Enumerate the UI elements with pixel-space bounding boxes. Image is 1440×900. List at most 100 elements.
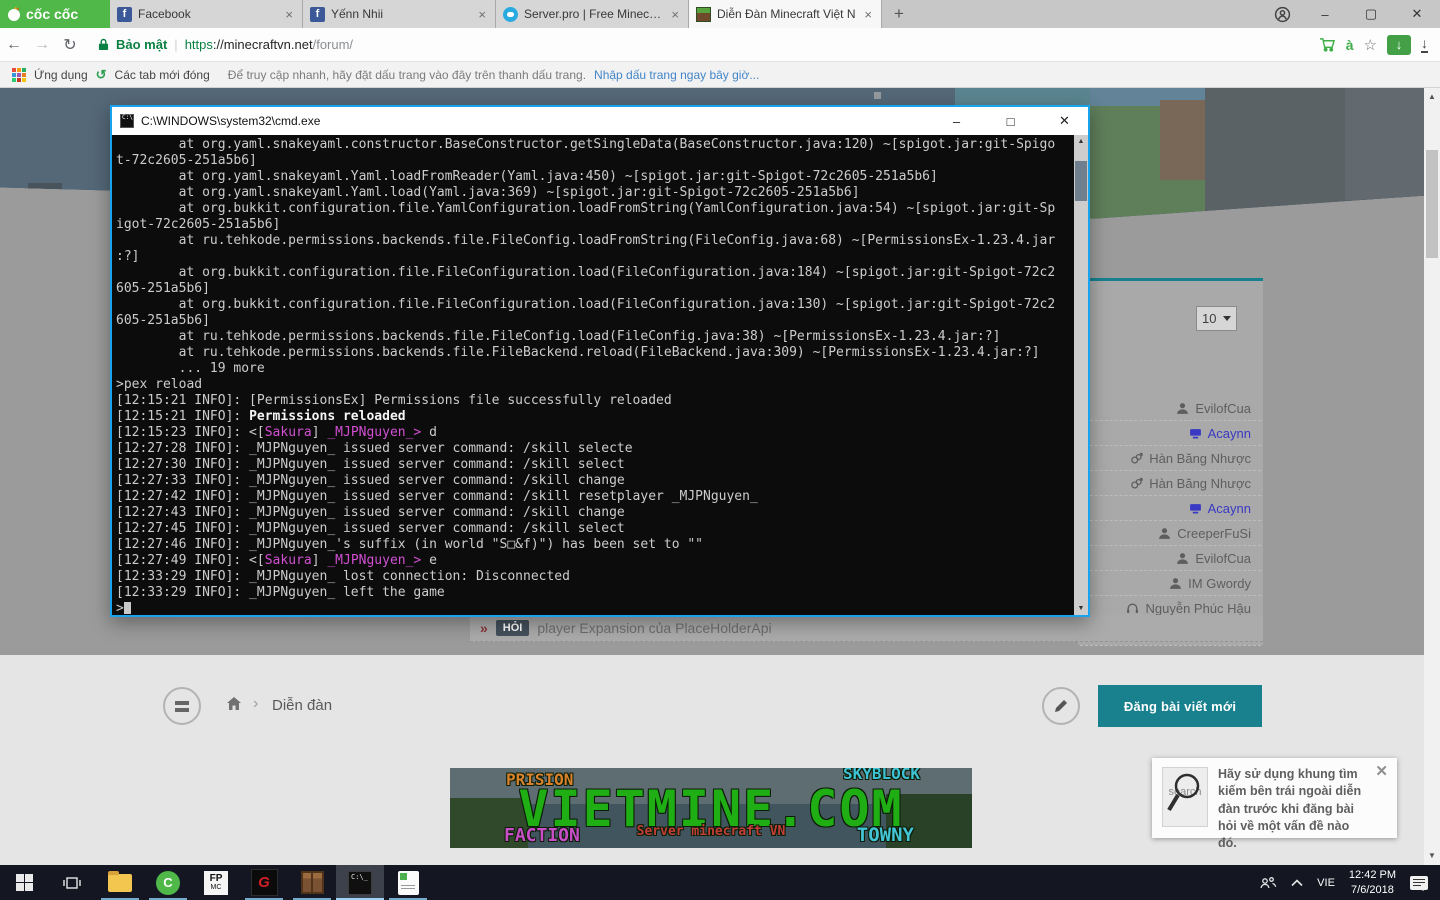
minimize-icon[interactable]: – <box>1302 0 1348 28</box>
system-tray: VIE 12:42 PM 7/6/2018 <box>1259 865 1440 900</box>
cmd-line: [12:27:46 INFO]: _MJPNguyen_'s suffix (i… <box>116 537 1074 553</box>
chevron-up-icon[interactable] <box>1291 879 1303 887</box>
cmd-line: 605-251a5b6] <box>116 281 1074 297</box>
tab-inactive[interactable]: fFacebook× <box>110 0 303 28</box>
username-link[interactable]: Hàn Băng Nhược <box>1149 476 1251 491</box>
people-tray-icon[interactable] <box>1259 876 1277 890</box>
user-row[interactable]: Acaynn <box>1080 496 1261 521</box>
username-link[interactable]: Hàn Băng Nhược <box>1149 451 1251 466</box>
user-row[interactable]: Hàn Băng Nhược <box>1080 446 1261 471</box>
page-scrollbar[interactable]: ▲ ▼ <box>1424 88 1440 865</box>
profile-icon[interactable] <box>1262 0 1302 28</box>
search-illustration: search <box>1162 767 1208 827</box>
user-row[interactable]: EvilofCua <box>1080 546 1261 571</box>
user-row[interactable]: EvilofCua <box>1080 396 1261 421</box>
cmd-title-bar[interactable]: C:\ C:\WINDOWS\system32\cmd.exe – □ ✕ <box>112 107 1088 135</box>
username-link[interactable]: Acaynn <box>1208 501 1251 516</box>
cmd-scrollbar-thumb[interactable] <box>1075 161 1087 201</box>
cmd-line: [12:15:23 INFO]: <[Sakura] _MJPNguyen_> … <box>116 425 1074 441</box>
username-link[interactable]: EvilofCua <box>1195 401 1251 416</box>
new-tab-button[interactable]: + <box>882 0 916 28</box>
tab-close-icon[interactable]: × <box>283 7 295 22</box>
breadcrumb[interactable]: Diễn đàn <box>272 697 332 714</box>
cmd-scroll-down-icon[interactable]: ▼ <box>1074 605 1088 612</box>
tab-close-icon[interactable]: × <box>669 7 681 22</box>
cmd-line: at org.yaml.snakeyaml.Yaml.loadFromReade… <box>116 169 1074 185</box>
facebook-icon: f <box>310 7 325 22</box>
divider <box>166 622 466 623</box>
per-page-select[interactable]: 10 <box>1196 306 1237 331</box>
garena-button[interactable]: G <box>240 865 288 900</box>
cmd-close-icon[interactable]: ✕ <box>1041 107 1088 135</box>
notepadpp-button[interactable] <box>384 865 432 900</box>
home-icon[interactable] <box>226 696 242 716</box>
vietmine-banner-ad[interactable]: PRISION SKYBLOCK VIETMINE.COM Server min… <box>450 768 972 848</box>
notepad-icon <box>398 871 419 895</box>
dictionary-icon[interactable]: à <box>1346 37 1354 53</box>
apps-label[interactable]: Ứng dụng <box>34 68 88 82</box>
tab-active[interactable]: Diễn Đàn Minecraft Việt N × <box>689 0 882 28</box>
import-bookmarks-link[interactable]: Nhập dấu trang ngay bây giờ... <box>594 68 759 82</box>
closed-tabs-icon[interactable]: ↺ <box>96 67 107 83</box>
username-link[interactable]: Acaynn <box>1208 426 1251 441</box>
tab-label: Diễn Đàn Minecraft Việt N <box>717 7 856 21</box>
username-link[interactable]: EvilofCua <box>1195 551 1251 566</box>
coccoc-taskbar-button[interactable]: C <box>144 865 192 900</box>
username-link[interactable]: IM Gwordy <box>1188 576 1251 591</box>
username-link[interactable]: CreeperFuSi <box>1177 526 1251 541</box>
cmd-maximize-icon[interactable]: □ <box>987 107 1034 135</box>
user-row[interactable]: Acaynn <box>1080 421 1261 446</box>
closed-tabs-label[interactable]: Các tab mới đóng <box>115 68 210 82</box>
scroll-up-icon[interactable]: ▲ <box>1424 92 1440 101</box>
reload-icon[interactable]: ↻ <box>56 35 84 55</box>
taskbar: C FPMC G C:\_ VIE 12:42 PM 7/6/2018 <box>0 865 1440 900</box>
clock[interactable]: 12:42 PM 7/6/2018 <box>1349 868 1396 898</box>
cmd-line: [12:33:29 INFO]: _MJPNguyen_ left the ga… <box>116 585 1074 601</box>
cmd-line: [12:27:42 INFO]: _MJPNguyen_ issued serv… <box>116 489 1074 505</box>
file-explorer-button[interactable] <box>96 865 144 900</box>
url-field[interactable]: Bảo mật | https://minecraftvn.net/forum/ <box>84 37 1319 52</box>
scrollbar-thumb[interactable] <box>1426 150 1438 258</box>
user-row[interactable]: Hàn Băng Nhược <box>1080 471 1261 496</box>
cmd-scroll-up-icon[interactable]: ▲ <box>1074 138 1088 145</box>
cart-icon[interactable] <box>1319 37 1336 52</box>
thread-title-row[interactable]: » HỎI player Expansion của PlaceHolderAp… <box>470 615 1263 642</box>
minecraft-button[interactable] <box>288 865 336 900</box>
tab-inactive[interactable]: fYếnn Nhii× <box>303 0 496 28</box>
coccoc-icon: C <box>156 871 180 895</box>
cmd-minimize-icon[interactable]: – <box>933 107 980 135</box>
user-row[interactable]: CreeperFuSi <box>1080 521 1261 546</box>
sidebar-toggle-button[interactable] <box>163 687 201 725</box>
username-link[interactable]: Nguyễn Phúc Hậu <box>1145 601 1251 616</box>
compose-circle-button[interactable] <box>1042 687 1080 725</box>
tab-close-icon[interactable]: × <box>862 7 874 22</box>
apps-grid-icon[interactable] <box>12 68 26 82</box>
start-button[interactable] <box>0 865 48 900</box>
chevron-down-icon <box>1223 316 1231 321</box>
back-icon[interactable]: ← <box>0 36 28 54</box>
thread-title[interactable]: player Expansion của PlaceHolderApi <box>537 620 771 636</box>
user-row[interactable]: IM Gwordy <box>1080 571 1261 596</box>
tab-inactive[interactable]: Server.pro | Free Minecraft× <box>496 0 689 28</box>
coccoc-brand[interactable]: cốc cốc <box>0 0 110 28</box>
cmd-taskbar-button[interactable]: C:\_ <box>336 865 384 900</box>
downloads-icon[interactable]: ↓ <box>1421 37 1428 53</box>
person-icon <box>1158 527 1171 540</box>
new-post-button[interactable]: Đăng bài viết mới <box>1098 685 1262 727</box>
bookmark-star-icon[interactable]: ☆ <box>1364 36 1377 54</box>
close-icon[interactable]: ✕ <box>1394 0 1440 28</box>
scroll-down-icon[interactable]: ▼ <box>1424 851 1440 860</box>
task-view-button[interactable] <box>48 865 96 900</box>
cmd-line: at org.yaml.snakeyaml.Yaml.load(Yaml.jav… <box>116 185 1074 201</box>
restore-icon[interactable]: ▢ <box>1348 0 1394 28</box>
tab-close-icon[interactable]: × <box>476 7 488 22</box>
cmd-scrollbar[interactable]: ▲ ▼ <box>1074 135 1088 615</box>
cmd-line: [12:27:45 INFO]: _MJPNguyen_ issued serv… <box>116 521 1074 537</box>
forward-icon[interactable]: → <box>28 36 56 54</box>
action-center-icon[interactable] <box>1410 876 1428 890</box>
tooltip-close-icon[interactable]: ✕ <box>1375 762 1388 780</box>
language-indicator[interactable]: VIE <box>1317 877 1335 889</box>
download-button-icon[interactable]: ↓ <box>1387 35 1411 55</box>
fpmc-launcher-button[interactable]: FPMC <box>192 865 240 900</box>
cmd-line: >pex reload <box>116 377 1074 393</box>
